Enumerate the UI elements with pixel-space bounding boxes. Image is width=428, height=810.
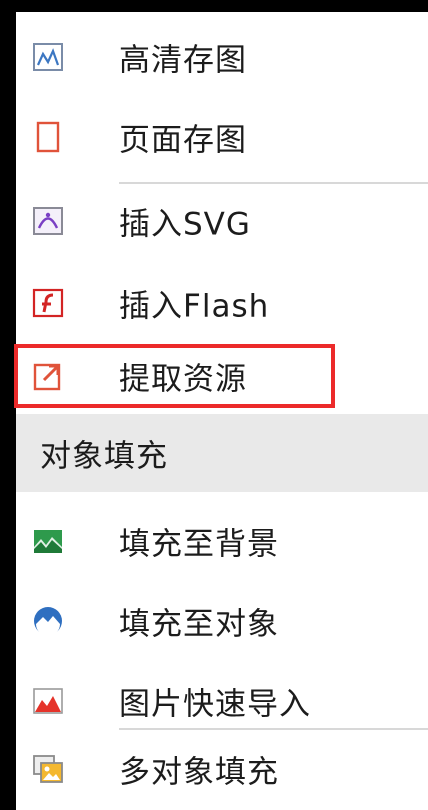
menu-item-label: 插入SVG: [119, 206, 251, 243]
fill-object-icon: [32, 605, 64, 637]
quick-import-icon: [32, 685, 64, 717]
section-title: 对象填充: [40, 438, 168, 475]
menu-item-fill-object[interactable]: 填充至对象: [16, 588, 428, 654]
menu-item-multi-fill[interactable]: 多对象填充: [16, 736, 428, 802]
menu-item-label: 页面存图: [119, 122, 247, 159]
fill-background-icon: [32, 525, 64, 557]
extract-icon: [32, 360, 64, 392]
menu-item-label: 插入Flash: [119, 288, 270, 325]
context-menu: 高清存图 页面存图 插入SVG 插入Flash 提取资源 对象填充 填充至背景 …: [14, 12, 428, 810]
hd-image-icon: [32, 41, 64, 73]
menu-item-extract-resource[interactable]: 提取资源: [16, 344, 428, 408]
menu-item-insert-flash[interactable]: 插入Flash: [16, 270, 428, 336]
menu-item-label: 图片快速导入: [119, 686, 311, 723]
menu-item-label: 填充至背景: [119, 526, 279, 563]
menu-item-hd-save[interactable]: 高清存图: [16, 24, 428, 90]
menu-item-quick-import[interactable]: 图片快速导入: [16, 668, 428, 734]
menu-item-insert-svg[interactable]: 插入SVG: [16, 188, 428, 254]
svg-icon: [32, 205, 64, 237]
menu-item-label: 填充至对象: [119, 606, 279, 643]
menu-item-page-save[interactable]: 页面存图: [16, 104, 428, 170]
menu-divider: [119, 728, 428, 730]
menu-item-label: 高清存图: [119, 42, 247, 79]
flash-icon: [32, 287, 64, 319]
menu-item-label: 提取资源: [119, 361, 247, 398]
page-image-icon: [32, 121, 64, 153]
menu-divider: [119, 182, 428, 184]
multi-fill-icon: [32, 753, 64, 785]
menu-item-fill-background[interactable]: 填充至背景: [16, 508, 428, 574]
section-header: 对象填充: [16, 414, 428, 492]
menu-item-label: 多对象填充: [119, 754, 279, 791]
